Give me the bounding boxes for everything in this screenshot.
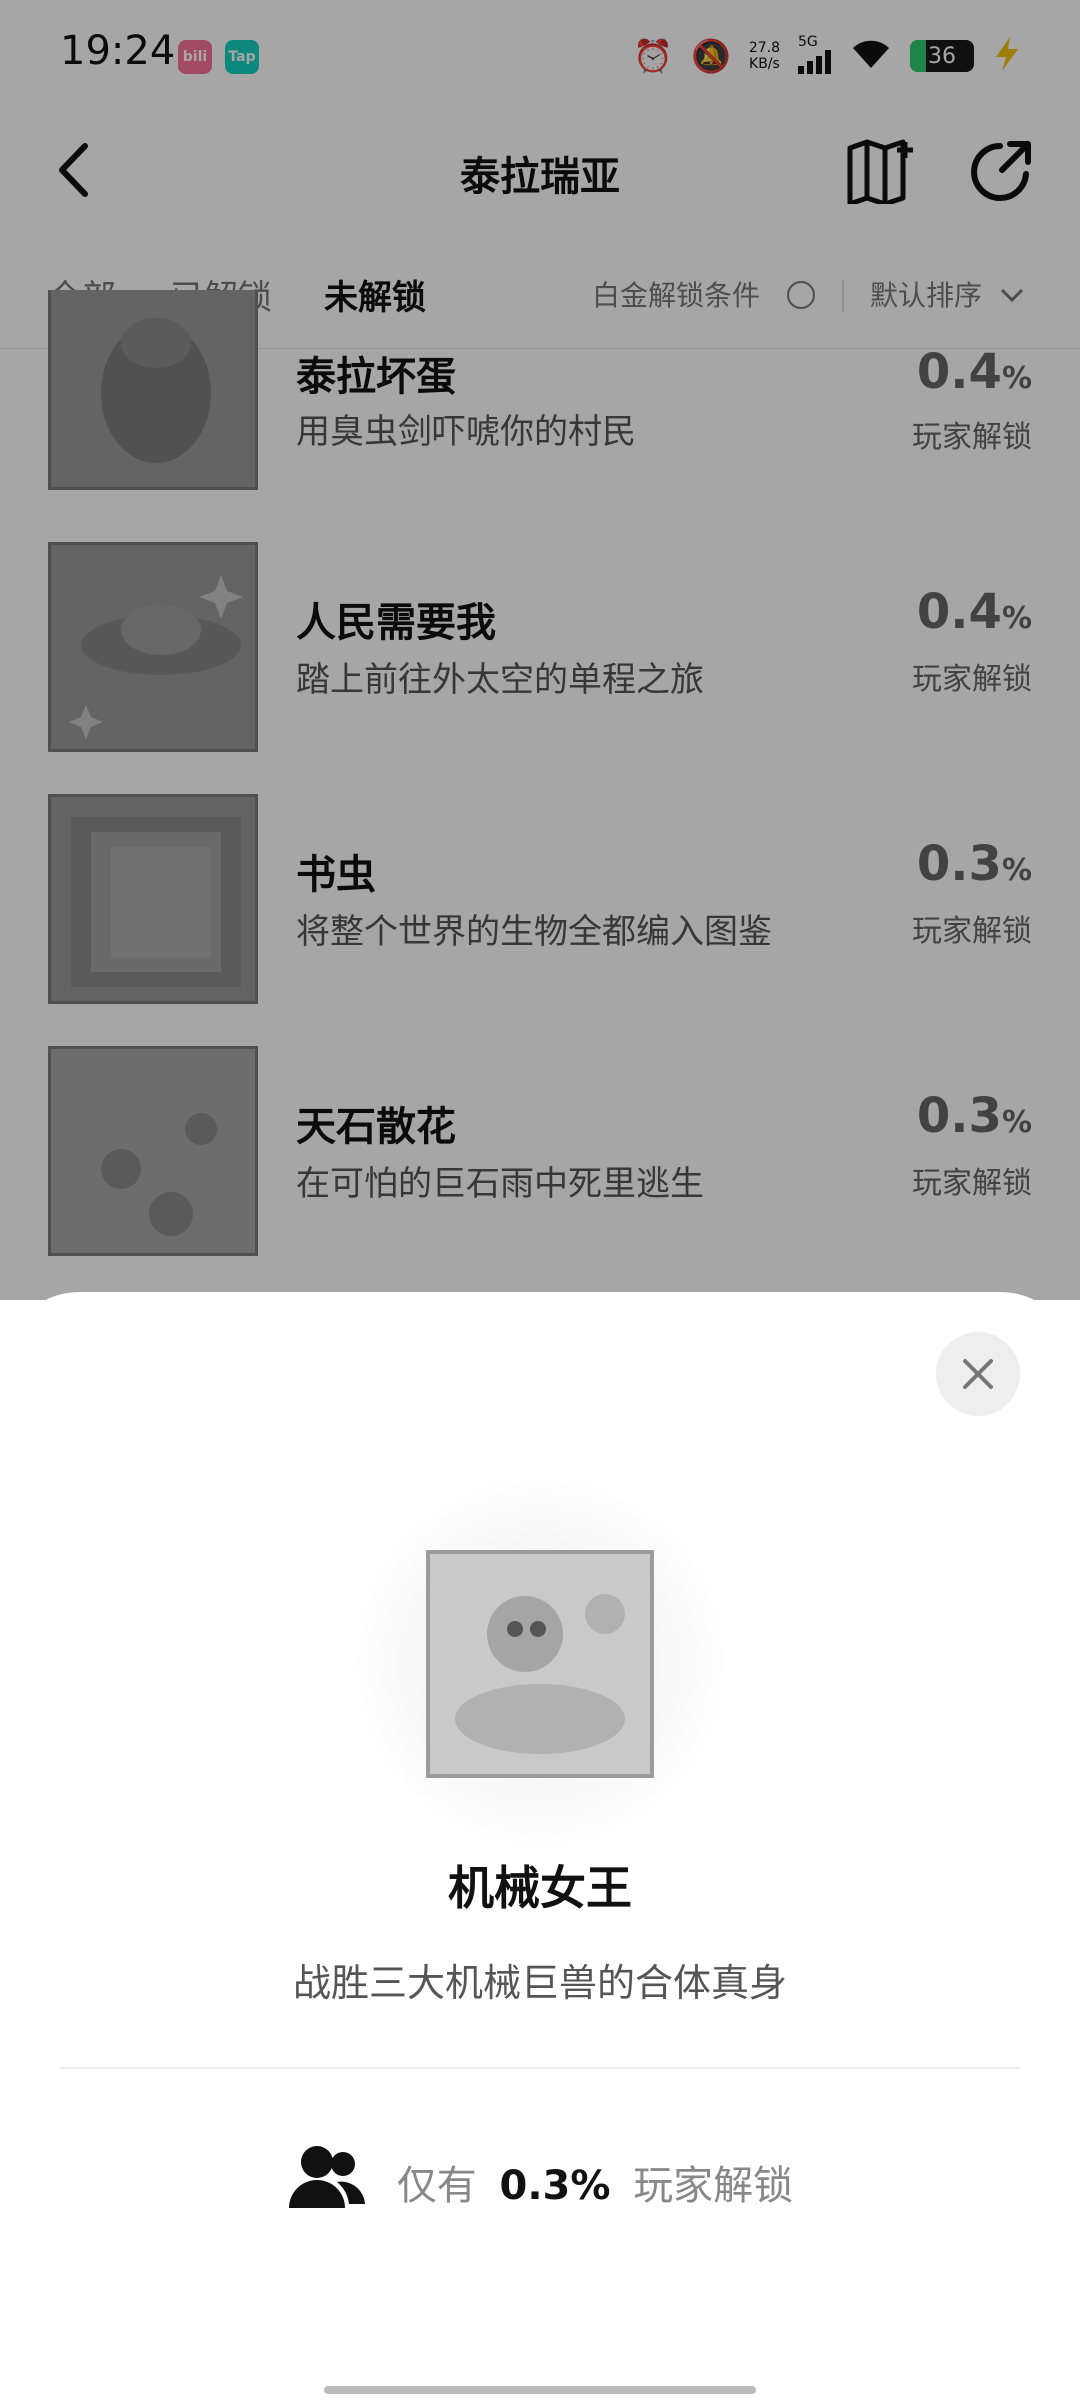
alarm-icon: ⏰ xyxy=(633,37,673,75)
item-desc: 在可怕的巨石雨中死里逃生 xyxy=(296,1164,704,1204)
unlock-label: 玩家解锁 xyxy=(912,1166,1032,1201)
item-title: 天石散花 xyxy=(296,1104,456,1150)
bilibili-app-icon: bili xyxy=(178,40,212,74)
battery-icon: 36 xyxy=(910,40,974,72)
unlock-percent: 0.3% xyxy=(916,836,1032,892)
item-desc: 踏上前往外太空的单程之旅 xyxy=(296,660,704,700)
signal-label: 5G xyxy=(798,34,818,50)
home-indicator[interactable] xyxy=(324,2386,756,2394)
cellular-signal-icon xyxy=(798,50,832,78)
charging-icon xyxy=(992,37,1022,75)
stat-prefix: 仅有 xyxy=(396,2163,477,2209)
achievement-thumbnail xyxy=(48,542,258,752)
page-title: 泰拉瑞亚 xyxy=(460,154,620,200)
status-icons: ⏰ 🔕 27.8 KB/s 5G 36 xyxy=(633,34,1022,78)
taptap-app-icon: Tap xyxy=(225,40,259,74)
unlock-percent: 0.4% xyxy=(916,344,1032,400)
divider xyxy=(60,2067,1020,2069)
item-title: 人民需要我 xyxy=(296,600,496,646)
item-desc: 用臭虫剑吓唬你的村民 xyxy=(296,412,636,452)
achievement-image xyxy=(426,1550,654,1778)
achievement-title: 机械女王 xyxy=(448,1861,632,1915)
unlock-stat: 仅有 0.3% 玩家解锁 xyxy=(0,2142,1080,2222)
map-add-icon[interactable] xyxy=(845,138,915,208)
status-time: 19:24 xyxy=(60,28,176,74)
top-navigation: 泰拉瑞亚 xyxy=(0,110,1080,230)
item-title: 泰拉坏蛋 xyxy=(296,354,456,400)
mute-bell-icon: 🔕 xyxy=(690,37,731,75)
item-title: 书虫 xyxy=(296,852,376,898)
stat-value: 0.3% xyxy=(499,2163,611,2209)
close-icon xyxy=(963,1359,993,1389)
unlock-label: 玩家解锁 xyxy=(912,662,1032,697)
achievement-description: 战胜三大机械巨兽的合体真身 xyxy=(292,1961,787,2005)
wifi-icon xyxy=(850,38,892,74)
achievement-thumbnail xyxy=(48,1046,258,1256)
item-desc: 将整个世界的生物全都编入图鉴 xyxy=(296,912,772,952)
users-icon xyxy=(287,2142,367,2222)
close-button[interactable] xyxy=(936,1332,1020,1416)
stat-suffix: 玩家解锁 xyxy=(633,2163,794,2209)
unlock-label: 玩家解锁 xyxy=(912,914,1032,949)
status-bar: 19:24 bili Tap ⏰ 🔕 27.8 KB/s 5G 36 xyxy=(0,0,1080,110)
unlock-percent: 0.3% xyxy=(916,1088,1032,1144)
achievement-thumbnail xyxy=(48,290,258,490)
achievement-detail-sheet: 机械女王 战胜三大机械巨兽的合体真身 仅有 0.3% 玩家解锁 xyxy=(0,1292,1080,2400)
net-speed: 27.8 KB/s xyxy=(748,40,780,72)
share-icon[interactable] xyxy=(970,138,1036,208)
list-item[interactable]: 泰拉坏蛋 用臭虫剑吓唬你的村民 0.4% 玩家解锁 xyxy=(48,290,1032,504)
list-item[interactable]: 书虫 将整个世界的生物全都编入图鉴 0.3% 玩家解锁 xyxy=(48,794,1032,1008)
achievement-thumbnail xyxy=(48,794,258,1004)
list-item[interactable]: 人民需要我 踏上前往外太空的单程之旅 0.4% 玩家解锁 xyxy=(48,542,1032,756)
list-item[interactable]: 天石散花 在可怕的巨石雨中死里逃生 0.3% 玩家解锁 xyxy=(48,1046,1032,1260)
unlock-label: 玩家解锁 xyxy=(912,420,1032,455)
unlock-percent: 0.4% xyxy=(916,584,1032,640)
